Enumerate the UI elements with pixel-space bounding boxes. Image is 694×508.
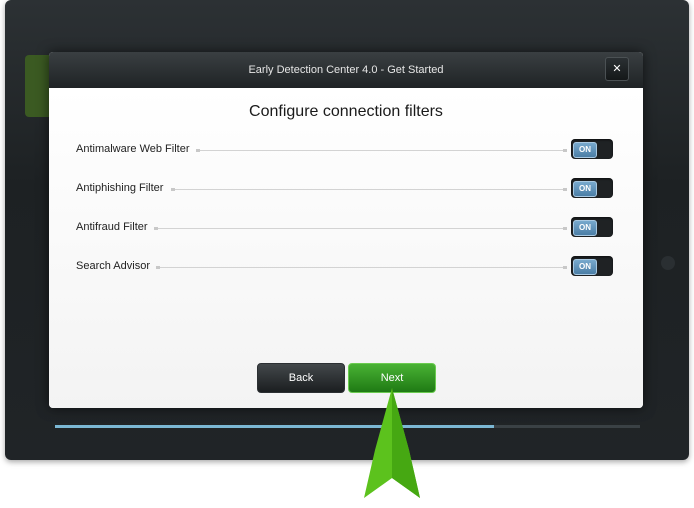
leader-line bbox=[171, 188, 567, 191]
filter-label: Antifraud Filter bbox=[76, 221, 148, 233]
toggle-state: ON bbox=[573, 220, 597, 236]
pointer-arrow-icon bbox=[364, 388, 420, 498]
page-heading: Configure connection filters bbox=[249, 103, 443, 120]
toggle-state: ON bbox=[573, 259, 597, 275]
setup-progress-fill bbox=[55, 425, 494, 428]
close-button[interactable]: ✕ bbox=[605, 57, 629, 81]
setup-progress-bar bbox=[55, 425, 640, 428]
get-started-dialog: Early Detection Center 4.0 - Get Started… bbox=[49, 52, 643, 408]
close-icon: ✕ bbox=[612, 62, 622, 75]
back-button[interactable]: Back bbox=[257, 363, 345, 393]
filter-row-search-advisor: Search Advisor ON bbox=[76, 256, 616, 278]
toggle-state: ON bbox=[573, 181, 597, 197]
filter-row-antimalware: Antimalware Web Filter ON bbox=[76, 139, 616, 161]
dialog-body: Configure connection filters Antimalware… bbox=[49, 88, 643, 408]
leader-line bbox=[196, 149, 567, 152]
leader-line bbox=[156, 266, 567, 269]
filter-label: Antiphishing Filter bbox=[76, 182, 164, 194]
antifraud-toggle[interactable]: ON bbox=[571, 217, 613, 237]
antiphishing-toggle[interactable]: ON bbox=[571, 178, 613, 198]
dialog-titlebar: Early Detection Center 4.0 - Get Started… bbox=[49, 52, 643, 88]
search-advisor-toggle[interactable]: ON bbox=[571, 256, 613, 276]
filter-row-antifraud: Antifraud Filter ON bbox=[76, 217, 616, 239]
screenshot-stage: Early Detection Center 4.0 - Get Started… bbox=[0, 0, 694, 508]
filter-row-antiphishing: Antiphishing Filter ON bbox=[76, 178, 616, 200]
toggle-state: ON bbox=[573, 142, 597, 158]
filter-label: Search Advisor bbox=[76, 260, 150, 272]
dialog-title: Early Detection Center 4.0 - Get Started bbox=[248, 64, 444, 76]
antimalware-toggle[interactable]: ON bbox=[571, 139, 613, 159]
leader-line bbox=[154, 227, 567, 230]
background-next-arrow-icon bbox=[661, 256, 675, 270]
filter-label: Antimalware Web Filter bbox=[76, 143, 190, 155]
